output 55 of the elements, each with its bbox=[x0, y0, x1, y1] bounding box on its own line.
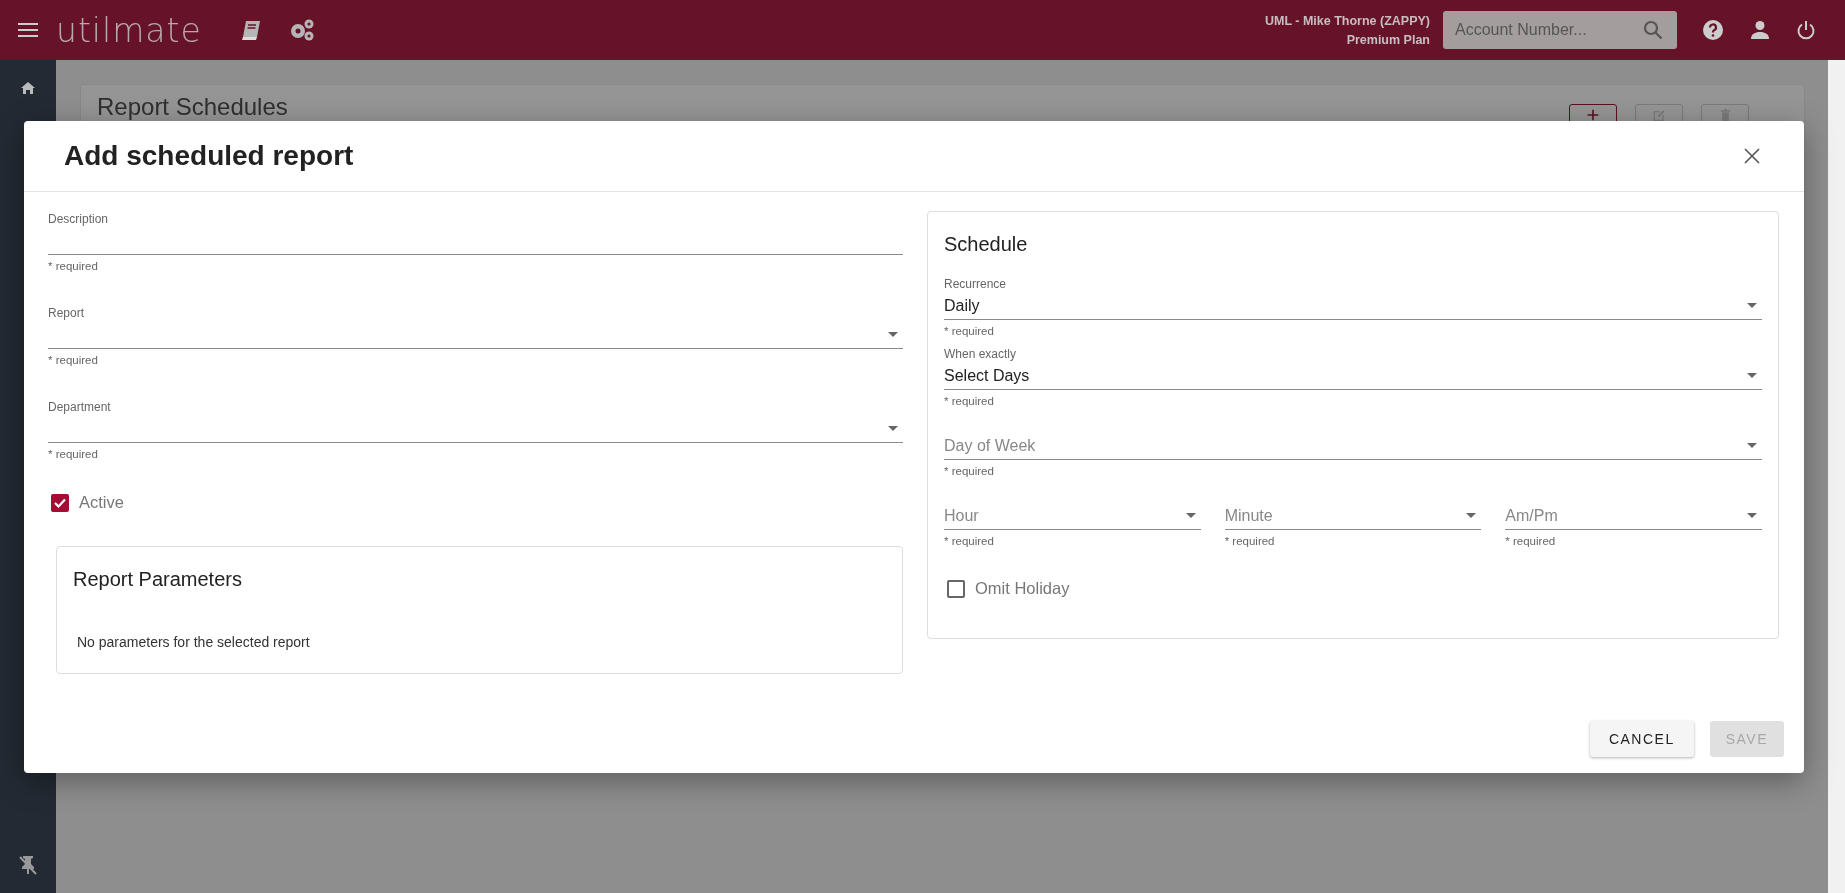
helper-text: * required bbox=[1505, 535, 1556, 547]
card-title: Report Parameters bbox=[73, 568, 243, 591]
page-title: Report Schedules bbox=[97, 95, 288, 119]
search-field[interactable]: Account Number... bbox=[1443, 11, 1677, 49]
field-label: Description bbox=[48, 212, 109, 226]
pin-off-icon[interactable] bbox=[19, 855, 37, 875]
edit-icon bbox=[1653, 109, 1665, 121]
help-icon[interactable] bbox=[1702, 19, 1724, 41]
cancel-button[interactable]: CANCEL bbox=[1589, 721, 1694, 757]
card-title: Schedule bbox=[944, 233, 1029, 256]
helper-text: * required bbox=[48, 448, 98, 460]
user-icon[interactable] bbox=[1750, 20, 1770, 40]
dropdown-field[interactable]: Select Days bbox=[944, 362, 1762, 390]
plan-name: Premium Plan bbox=[1346, 32, 1430, 47]
dropdown-field[interactable]: Daily bbox=[944, 292, 1762, 320]
checkbox-label: Omit Holiday bbox=[975, 579, 1070, 598]
field-label: Recurrence bbox=[944, 277, 1007, 291]
trash-icon bbox=[1719, 109, 1731, 121]
dropdown-field[interactable]: Hour bbox=[944, 502, 1201, 530]
close-icon[interactable] bbox=[1744, 148, 1760, 164]
helper-text: * required bbox=[944, 325, 994, 337]
helper-text: * required bbox=[1224, 535, 1275, 547]
caret-icon bbox=[1747, 373, 1757, 378]
scrollbar-track[interactable] bbox=[1828, 60, 1845, 893]
caret-icon bbox=[1185, 513, 1196, 518]
home-icon[interactable] bbox=[21, 82, 35, 94]
helper-text: * required bbox=[944, 395, 994, 407]
field-label: Department bbox=[48, 400, 111, 414]
helper-text: * required bbox=[48, 260, 98, 272]
field-label: When exactly bbox=[944, 347, 1017, 361]
search-icon[interactable] bbox=[1643, 20, 1663, 40]
checkbox-label: Active bbox=[79, 493, 124, 512]
caret-icon bbox=[1747, 513, 1757, 518]
dropdown-field[interactable]: Day of Week bbox=[944, 432, 1762, 460]
field-label: Report bbox=[48, 306, 85, 320]
caret-icon bbox=[1747, 303, 1757, 308]
helper-text: * required bbox=[944, 465, 994, 477]
caret-icon bbox=[888, 426, 898, 431]
helper-text: * required bbox=[48, 354, 98, 366]
caret-icon bbox=[1466, 513, 1477, 518]
power-icon[interactable] bbox=[1796, 20, 1816, 40]
dropdown-field[interactable]: Am/Pm bbox=[1505, 502, 1762, 530]
user-name: UML - Mike Thorne (ZAPPY) bbox=[1264, 13, 1430, 28]
caret-icon bbox=[888, 332, 898, 337]
checkbox[interactable] bbox=[51, 493, 69, 512]
book-icon[interactable] bbox=[239, 19, 262, 41]
app-logo[interactable]: utilmate bbox=[56, 10, 202, 50]
menu-icon[interactable] bbox=[18, 23, 38, 37]
checkbox[interactable] bbox=[947, 579, 965, 598]
plus-icon bbox=[1587, 109, 1599, 121]
dialog-title: Add scheduled report bbox=[64, 140, 354, 172]
dropdown-field[interactable]: Minute bbox=[1224, 502, 1482, 530]
caret-icon bbox=[1747, 443, 1757, 448]
empty-message: No parameters for the selected report bbox=[77, 634, 311, 650]
helper-text: * required bbox=[944, 535, 994, 547]
